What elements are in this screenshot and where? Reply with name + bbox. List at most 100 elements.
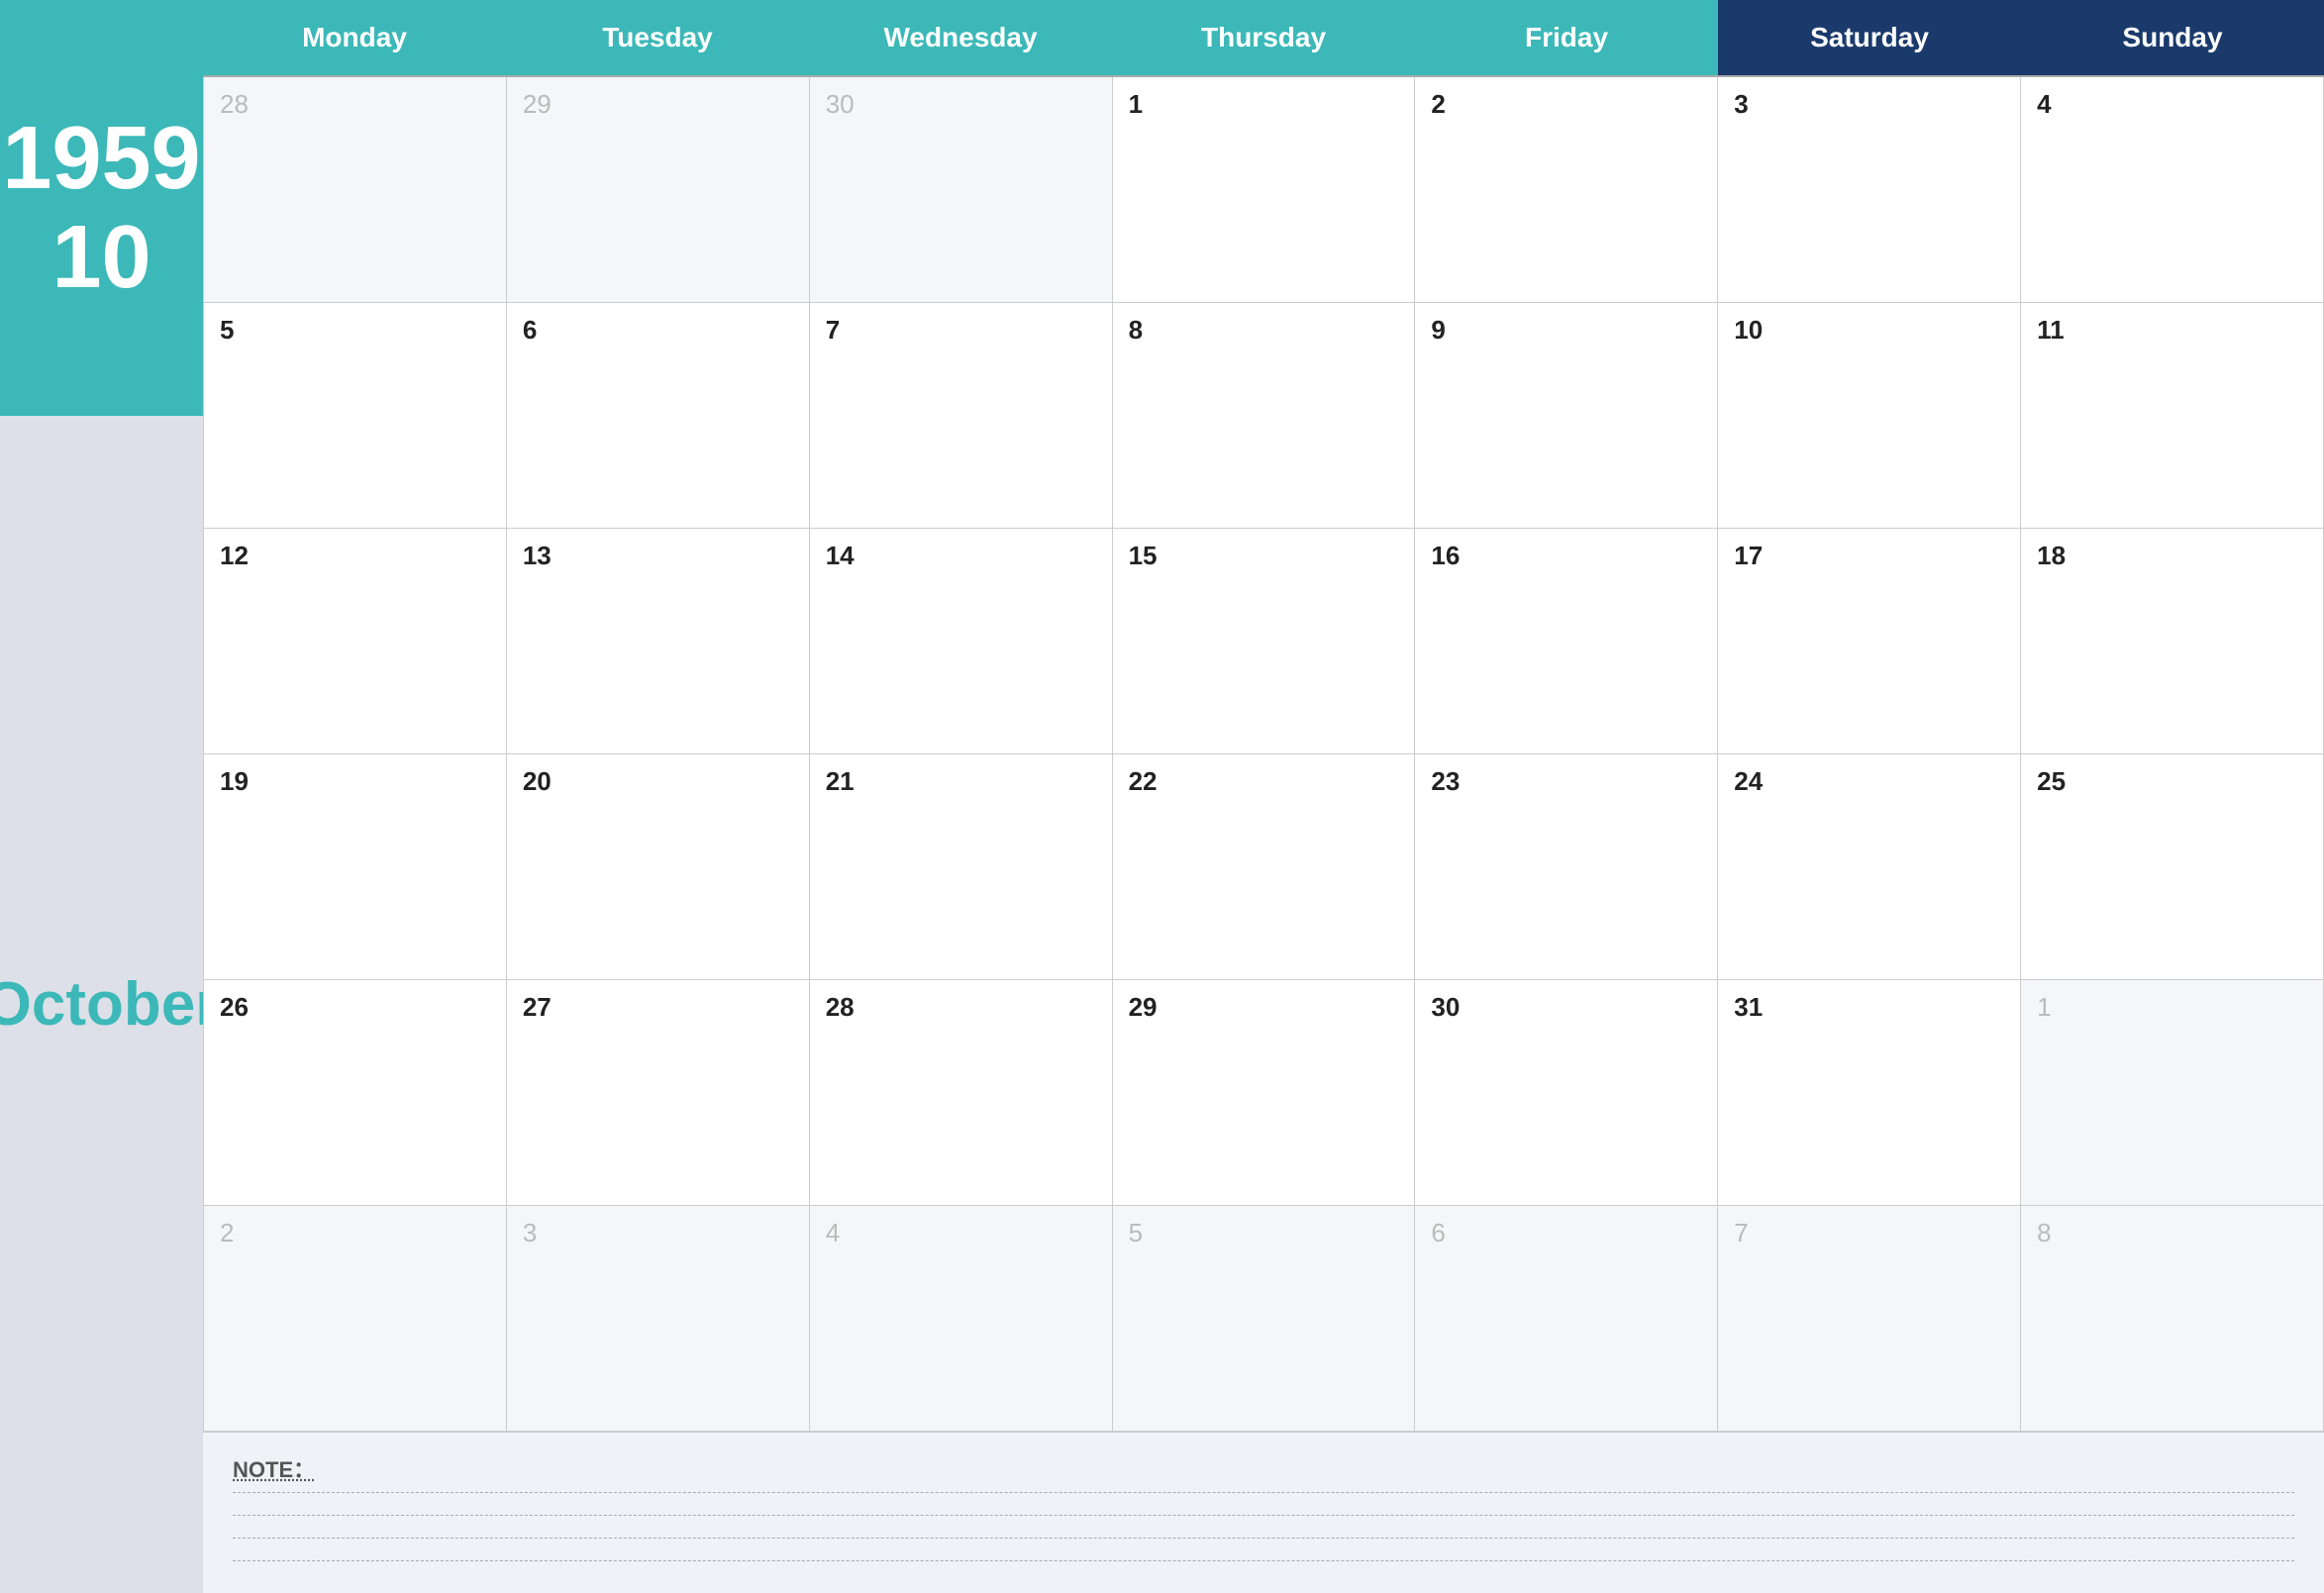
- day-number: 18: [2037, 541, 2307, 571]
- day-cell-w0-d5[interactable]: 3: [1718, 77, 2021, 303]
- day-cell-w2-d2[interactable]: 14: [810, 529, 1113, 754]
- day-cell-w1-d6[interactable]: 11: [2021, 303, 2324, 529]
- calendar-header: MondayTuesdayWednesdayThursdayFridaySatu…: [203, 0, 2324, 77]
- day-cell-w4-d4[interactable]: 30: [1415, 980, 1718, 1206]
- day-number: 9: [1431, 315, 1701, 346]
- day-number: 7: [1734, 1218, 2004, 1248]
- header-saturday: Saturday: [1718, 0, 2021, 75]
- day-number: 22: [1129, 766, 1399, 797]
- day-number: 11: [2037, 315, 2307, 346]
- day-cell-w1-d3[interactable]: 8: [1113, 303, 1416, 529]
- day-number: 17: [1734, 541, 2004, 571]
- day-cell-w0-d3[interactable]: 1: [1113, 77, 1416, 303]
- day-number: 30: [826, 89, 1096, 120]
- header-thursday: Thursday: [1112, 0, 1415, 75]
- day-number: 1: [2037, 992, 2307, 1023]
- day-number: 27: [523, 992, 793, 1023]
- day-number: 6: [1431, 1218, 1701, 1248]
- day-number: 19: [220, 766, 490, 797]
- day-number: 15: [1129, 541, 1399, 571]
- day-cell-w0-d1[interactable]: 29: [507, 77, 810, 303]
- day-cell-w0-d0[interactable]: 28: [204, 77, 507, 303]
- day-number: 13: [523, 541, 793, 571]
- day-cell-w3-d0[interactable]: 19: [204, 754, 507, 980]
- day-cell-w1-d5[interactable]: 10: [1718, 303, 2021, 529]
- day-cell-w2-d4[interactable]: 16: [1415, 529, 1718, 754]
- day-cell-w3-d1[interactable]: 20: [507, 754, 810, 980]
- day-cell-w3-d4[interactable]: 23: [1415, 754, 1718, 980]
- day-cell-w5-d1[interactable]: 3: [507, 1206, 810, 1432]
- note-line-1: [233, 1492, 2294, 1493]
- day-number: 31: [1734, 992, 2004, 1023]
- day-cell-w0-d4[interactable]: 2: [1415, 77, 1718, 303]
- day-number: 3: [1734, 89, 2004, 120]
- day-cell-w4-d3[interactable]: 29: [1113, 980, 1416, 1206]
- day-number: 4: [2037, 89, 2307, 120]
- day-number: 10: [1734, 315, 2004, 346]
- day-cell-w3-d5[interactable]: 24: [1718, 754, 2021, 980]
- day-number: 20: [523, 766, 793, 797]
- day-cell-w5-d4[interactable]: 6: [1415, 1206, 1718, 1432]
- day-cell-w2-d3[interactable]: 15: [1113, 529, 1416, 754]
- day-number: 6: [523, 315, 793, 346]
- day-number: 16: [1431, 541, 1701, 571]
- day-cell-w1-d0[interactable]: 5: [204, 303, 507, 529]
- sidebar-bottom: October: [0, 416, 203, 1593]
- note-label: NOTE：: [233, 1452, 2294, 1484]
- header-wednesday: Wednesday: [809, 0, 1112, 75]
- year-label: 1959: [2, 114, 200, 203]
- day-cell-w4-d1[interactable]: 27: [507, 980, 810, 1206]
- day-number: 24: [1734, 766, 2004, 797]
- day-cell-w5-d2[interactable]: 4: [810, 1206, 1113, 1432]
- day-number: 25: [2037, 766, 2307, 797]
- day-cell-w3-d2[interactable]: 21: [810, 754, 1113, 980]
- day-cell-w4-d0[interactable]: 26: [204, 980, 507, 1206]
- day-number: 4: [826, 1218, 1096, 1248]
- day-cell-w2-d0[interactable]: 12: [204, 529, 507, 754]
- day-number: 30: [1431, 992, 1701, 1023]
- header-friday: Friday: [1415, 0, 1718, 75]
- day-number: 29: [523, 89, 793, 120]
- day-cell-w3-d6[interactable]: 25: [2021, 754, 2324, 980]
- header-sunday: Sunday: [2021, 0, 2324, 75]
- sidebar: 1959 10 October: [0, 0, 203, 1593]
- day-number: 28: [826, 992, 1096, 1023]
- day-cell-w2-d1[interactable]: 13: [507, 529, 810, 754]
- day-cell-w4-d2[interactable]: 28: [810, 980, 1113, 1206]
- note-line-4: [233, 1560, 2294, 1561]
- day-cell-w1-d2[interactable]: 7: [810, 303, 1113, 529]
- day-cell-w2-d5[interactable]: 17: [1718, 529, 2021, 754]
- day-number: 5: [1129, 1218, 1399, 1248]
- day-number: 29: [1129, 992, 1399, 1023]
- day-cell-w5-d5[interactable]: 7: [1718, 1206, 2021, 1432]
- day-number: 7: [826, 315, 1096, 346]
- note-line-2: [233, 1515, 2294, 1516]
- sidebar-top: 1959 10: [0, 0, 203, 416]
- day-number: 8: [1129, 315, 1399, 346]
- day-number: 2: [1431, 89, 1701, 120]
- day-cell-w1-d4[interactable]: 9: [1415, 303, 1718, 529]
- day-cell-w2-d6[interactable]: 18: [2021, 529, 2324, 754]
- day-cell-w0-d6[interactable]: 4: [2021, 77, 2324, 303]
- calendar-grid: 2829301234567891011121314151617181920212…: [203, 77, 2324, 1432]
- day-number: 5: [220, 315, 490, 346]
- day-number: 28: [220, 89, 490, 120]
- notes-area: NOTE：: [203, 1432, 2324, 1593]
- day-number: 3: [523, 1218, 793, 1248]
- day-number: 23: [1431, 766, 1701, 797]
- day-cell-w1-d1[interactable]: 6: [507, 303, 810, 529]
- day-cell-w5-d3[interactable]: 5: [1113, 1206, 1416, 1432]
- day-cell-w0-d2[interactable]: 30: [810, 77, 1113, 303]
- day-cell-w3-d3[interactable]: 22: [1113, 754, 1416, 980]
- day-cell-w5-d0[interactable]: 2: [204, 1206, 507, 1432]
- month-number-label: 10: [51, 213, 151, 302]
- day-cell-w4-d6[interactable]: 1: [2021, 980, 2324, 1206]
- day-number: 1: [1129, 89, 1399, 120]
- day-number: 2: [220, 1218, 490, 1248]
- day-cell-w5-d6[interactable]: 8: [2021, 1206, 2324, 1432]
- day-number: 26: [220, 992, 490, 1023]
- header-tuesday: Tuesday: [506, 0, 809, 75]
- note-line-3: [233, 1538, 2294, 1539]
- day-cell-w4-d5[interactable]: 31: [1718, 980, 2021, 1206]
- day-number: 21: [826, 766, 1096, 797]
